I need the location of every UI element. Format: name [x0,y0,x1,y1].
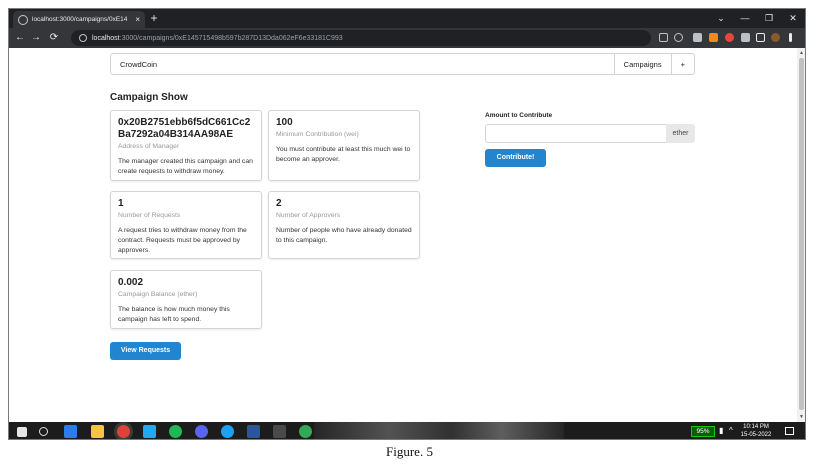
card-description: You must contribute at least this much w… [276,146,411,163]
card-description: The balance is how much money this campa… [118,306,230,323]
minimize-button[interactable]: — [735,11,755,25]
contribute-button[interactable]: Contribute! [485,149,546,167]
extensions-puzzle-icon[interactable] [741,33,750,42]
restore-button[interactable]: ❐ [759,11,779,25]
add-campaign-link[interactable]: + [670,54,694,74]
menu-spacer [166,54,614,74]
clock-time: 10:14 PM [743,424,769,430]
brand-link[interactable]: CrowdCoin [111,54,166,74]
requests-card: 1 Number of Requests A request tries to … [110,191,262,259]
balance-card: 0.002 Campaign Balance (ether) The balan… [110,270,262,329]
tray-chevron-icon[interactable]: ^ [729,426,733,436]
page-content: CrowdCoin Campaigns + Campaign Show 0x20… [9,48,797,422]
card-header: 2 [276,198,282,209]
url-path: :3000/campaigns/0xE145715498b597b287D13D… [119,34,343,42]
scrollbar-thumb[interactable] [799,58,804,410]
card-header: 1 [118,198,124,209]
card-description: Number of people who have already donate… [276,227,412,244]
contribute-amount-input[interactable] [485,124,666,143]
profile-avatar[interactable] [771,33,780,42]
vscode-icon[interactable] [143,425,156,438]
browser-toolbar: ← → ⟳ localhost:3000/campaigns/0xE145715… [9,28,805,48]
ether-unit-label: ether [666,124,695,143]
extension-red-icon[interactable] [725,33,734,42]
campaigns-link[interactable]: Campaigns [613,54,671,74]
globe-icon [18,14,28,25]
card-meta: Address of Manager [118,143,180,150]
tab-close-icon[interactable]: × [135,15,140,24]
windows-start-icon[interactable] [17,427,27,437]
notification-icon[interactable] [785,427,794,435]
reload-button[interactable]: ⟳ [47,31,61,45]
manager-card: 0x20B2751ebb6f5dC661Cc2Ba7292a04B314AA98… [110,110,262,181]
approvers-card: 2 Number of Approvers Number of people w… [268,191,420,259]
taskbar-clock[interactable]: 10:14 PM 15-05-2022 [739,423,773,439]
address-bar[interactable]: localhost:3000/campaigns/0xE145715498b59… [71,30,651,46]
contribute-label: Amount to Contribute [485,112,553,119]
card-header: 100 [276,117,293,128]
browser-menu-icon[interactable] [789,33,792,42]
share-icon[interactable] [659,33,668,42]
figure-caption: Figure. 5 [386,444,433,459]
power-plug-icon: ▮ [719,426,724,435]
back-button[interactable]: ← [13,31,27,45]
chrome-icon[interactable] [117,425,130,438]
card-meta: Campaign Balance (ether) [118,291,198,298]
card-meta: Minimum Contribution (wei) [276,131,359,138]
top-menu: CrowdCoin Campaigns + [110,53,695,75]
browser-tab[interactable]: localhost:3000/campaigns/0xE14 × [13,11,145,28]
side-panel-icon[interactable] [756,33,765,42]
card-meta: Number of Approvers [276,212,341,219]
terminal-icon[interactable] [273,425,286,438]
word-icon[interactable] [247,425,260,438]
edge-icon[interactable] [221,425,234,438]
card-description: A request tries to withdraw money from t… [118,227,247,254]
forward-button[interactable]: → [29,31,43,45]
clock-date: 15-05-2022 [740,432,772,438]
url-host: localhost [92,34,120,42]
view-requests-button[interactable]: View Requests [110,342,181,360]
address-url: localhost:3000/campaigns/0xE145715498b59… [92,35,343,42]
scroll-up-icon[interactable]: ▲ [799,50,804,56]
card-header: 0x20B2751ebb6f5dC661Cc2Ba7292a04B314AA98… [118,117,251,140]
page-title: Campaign Show [110,92,188,103]
app-icon-blue[interactable] [64,425,77,438]
scroll-down-icon[interactable]: ▼ [799,414,804,420]
screenshot-frame: localhost:3000/campaigns/0xE14 × + ⌄ — ❐… [8,8,806,440]
spotify-icon[interactable] [169,425,182,438]
site-info-icon[interactable] [79,34,87,42]
metamask-fox-icon[interactable] [709,33,718,42]
camera-extension-icon[interactable] [693,33,702,42]
close-window-button[interactable]: ✕ [783,11,803,25]
tab-title: localhost:3000/campaigns/0xE14 [32,16,128,23]
new-tab-button[interactable]: + [147,11,161,25]
card-header: 0.002 [118,277,144,288]
card-meta: Number of Requests [118,212,181,219]
tab-search-icon[interactable]: ⌄ [711,11,731,25]
file-explorer-icon[interactable] [91,425,104,438]
taskbar-wallpaper-strip [314,422,564,439]
app-icon-green[interactable] [299,425,312,438]
windows-taskbar: 95% ▮ ^ 10:14 PM 15-05-2022 [9,422,805,439]
battery-indicator[interactable]: 95% [691,426,715,437]
page-scrollbar[interactable]: ▲ ▼ [797,48,805,422]
minimum-contribution-card: 100 Minimum Contribution (wei) You must … [268,110,420,181]
browser-tab-strip: localhost:3000/campaigns/0xE14 × + ⌄ — ❐… [9,9,805,28]
card-description: The manager created this campaign and ca… [118,158,253,175]
search-icon[interactable] [39,427,48,436]
discord-icon[interactable] [195,425,208,438]
bookmark-star-icon[interactable] [674,33,683,42]
